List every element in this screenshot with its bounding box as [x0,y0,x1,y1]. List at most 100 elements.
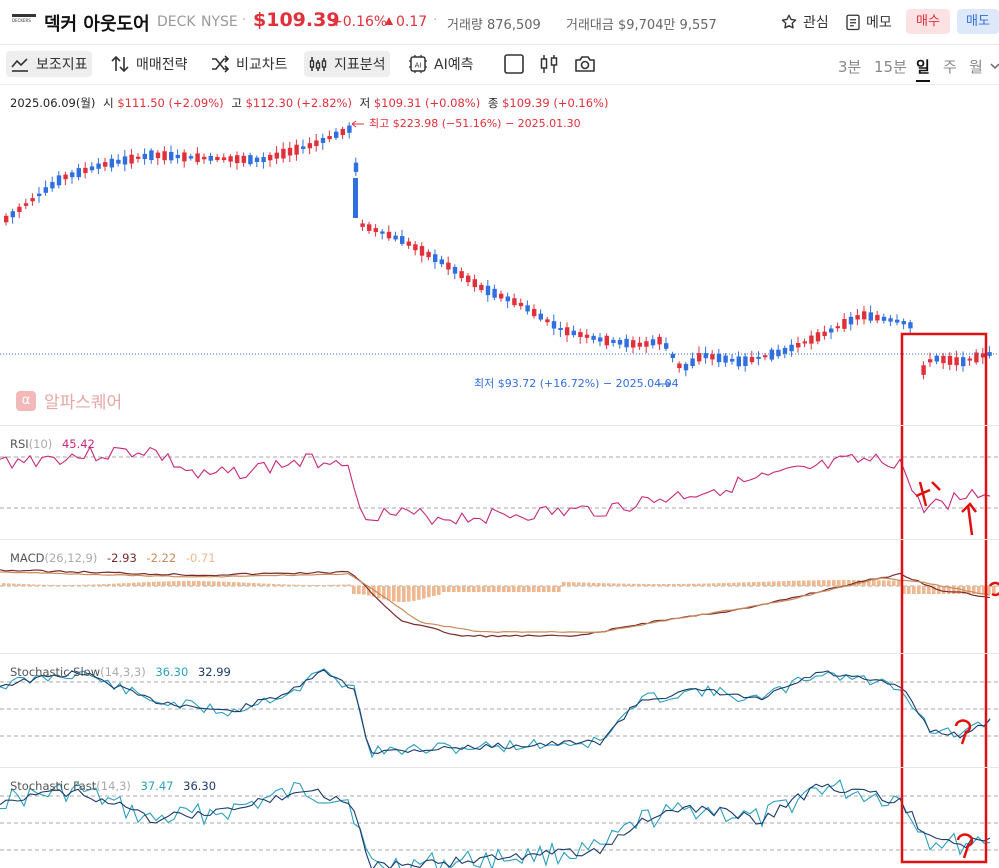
candle-body [809,335,814,344]
macd-hist-bar [542,586,546,592]
candle-body [479,284,484,291]
macd-hist-bar [447,586,451,592]
macd-hist-bar [672,583,676,586]
separator-dot: · [242,12,247,28]
candle-body [908,322,913,329]
sell-button[interactable]: 매도 [957,9,999,34]
chart-frame-button[interactable] [499,51,535,77]
candle-body [644,341,649,347]
indicator-analysis-button[interactable]: 지표분석 [304,51,390,77]
candle-body [637,342,642,347]
candle-body [452,266,458,274]
candle-body [558,327,563,331]
candle-body [881,316,887,321]
candle-type-button[interactable] [535,51,569,77]
ai-forecast-button[interactable]: AI AI예측 [404,51,477,77]
memo-button[interactable]: 메모 [845,9,892,35]
timeframe-15min[interactable]: 15분 [874,56,907,77]
candle-body [617,339,623,345]
macd-hist-bar [912,586,916,594]
rsi-line [0,445,991,526]
macd-hist-bar [362,586,366,595]
candle-body [353,162,359,172]
candle-body [736,356,741,367]
candle-body [730,358,735,362]
panel-divider [0,425,999,426]
candle-body [360,223,365,227]
candle-body [37,193,42,197]
indicator-icon [11,58,28,72]
candle-body [868,312,873,321]
candle-body [202,156,207,160]
macd-hist-bar [82,584,86,586]
macd-hist-bar [757,581,761,586]
timeframe-week[interactable]: 주 [943,56,957,77]
macd-hist-bar [12,583,16,586]
macd-hist-bar [497,586,501,592]
macd-hist-bar [2,583,6,586]
candle-body [611,339,616,343]
chart-canvas[interactable]: 최고 $223.98 (−51.16%) − 2025.01.30 최저 $93… [0,84,999,868]
macd-hist-bar [62,584,66,586]
macd-hist-bar [817,580,821,586]
macd-hist-bar [57,584,61,586]
macd-hist-bar [67,584,71,586]
macd-hist-bar [292,584,296,586]
highlight-box [900,332,988,864]
candle-body [604,335,609,346]
screenshot-button[interactable] [570,51,606,77]
macd-hist-bar [247,582,251,586]
macd-line [0,569,991,638]
macd-hist-bar [517,586,521,592]
candle-body [208,155,213,161]
candle-body [254,157,260,163]
candle-body [393,235,398,240]
macd-hist-bar [297,584,301,586]
chart-toolbar: 보조지표 매매전략 비교차트 지표분석 AI AI예측 3분 15분 일 주 월 [0,44,999,85]
macd-hist-bar [32,584,36,586]
macd-hist-bar [597,583,601,586]
candle-body [261,157,266,163]
panel-divider [0,653,999,654]
timeframe-3min[interactable]: 3분 [838,56,861,77]
chevron-down-icon[interactable] [990,62,999,70]
candle-body [136,156,141,159]
macd-hist-bar [712,583,716,586]
timeframe-day[interactable]: 일 [916,56,930,82]
candle-body [776,349,781,357]
macd-hist-bar [642,583,646,586]
macd-hist-bar [272,583,276,586]
candle-body [182,152,187,162]
candle-body [221,157,227,161]
candle-body [677,363,682,369]
candle-body [551,321,557,329]
timeframe-month[interactable]: 월 [969,56,983,77]
candle-body [492,288,497,298]
macd-hist-bar [307,584,311,586]
trading-strategy-button[interactable]: 매매전략 [106,51,192,77]
macd-hist-bar [807,580,811,586]
memo-icon [846,14,860,31]
aux-indicator-button[interactable]: 보조지표 [6,51,92,77]
watch-button[interactable]: 관심 [780,9,829,35]
macd-hist-bar [612,583,616,586]
candle-body [215,156,220,161]
candle-body [631,340,636,348]
macd-hist-bar [502,586,506,592]
macd-hist-bar [677,583,681,586]
candle-body [367,224,372,231]
macd-hist-bar [577,582,581,586]
candle-body [875,314,880,321]
candle-body [287,147,293,156]
buy-button[interactable]: 매수 [906,9,950,34]
macd-hist-bar [347,584,351,586]
macd-hist-bar [437,586,441,595]
macd-hist-bar [992,586,996,594]
macd-hist-bar [167,581,171,586]
compare-chart-button[interactable]: 비교차트 [206,51,292,77]
macd-hist-bar [532,586,536,592]
strategy-icon [111,55,129,73]
candle-body [400,236,405,244]
macd-hist-bar [337,584,341,586]
macd-hist-bar [242,582,246,586]
